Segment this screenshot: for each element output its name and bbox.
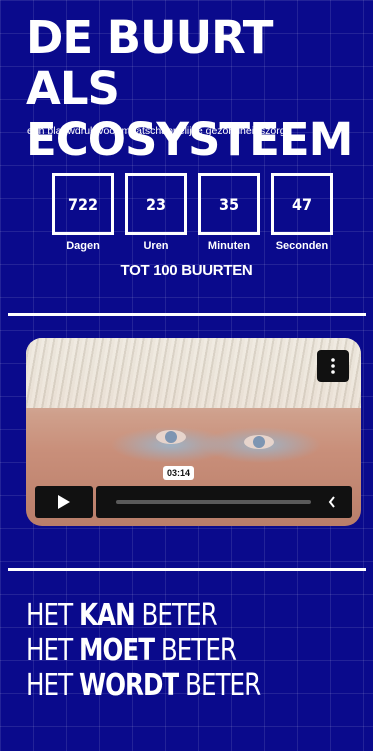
slogan-line-emphasis: WORDT bbox=[78, 668, 179, 703]
play-icon bbox=[58, 495, 70, 509]
countdown-minutes-value: 35 bbox=[198, 173, 260, 235]
page-subtitle: een blauwdruk voor maatschappelijke gezo… bbox=[27, 125, 286, 137]
video-menu-button[interactable] bbox=[317, 350, 349, 382]
section-divider-top bbox=[8, 313, 366, 316]
slogan-line-suffix: BETER bbox=[178, 668, 261, 703]
video-thumbnail-eye-right bbox=[244, 435, 274, 449]
video-progress-track[interactable] bbox=[116, 500, 311, 504]
video-controls: 03:14 bbox=[35, 466, 352, 518]
countdown-hours-value: 23 bbox=[125, 173, 187, 235]
slogan-line-prefix: HET bbox=[26, 598, 79, 633]
countdown-caption: TOT 100 BUURTEN bbox=[120, 262, 253, 279]
countdown-minutes: 35 Minuten bbox=[198, 173, 260, 252]
video-progress-container[interactable]: 03:14 bbox=[96, 466, 352, 518]
video-thumbnail-hair bbox=[26, 338, 361, 408]
countdown-seconds-value: 47 bbox=[271, 173, 333, 235]
slogan-line-kan: HET KAN BETER bbox=[26, 598, 260, 633]
slogan-line-suffix: BETER bbox=[153, 633, 237, 668]
more-vertical-icon bbox=[331, 358, 335, 374]
slogan-line-wordt: HET WORDT BETER bbox=[26, 668, 261, 703]
slogan: HET KAN BETER HET MOET BETER HET WORDT B… bbox=[26, 598, 312, 703]
page: DE BUURT ALS ECOSYSTEEM een blauwdruk vo… bbox=[0, 0, 373, 751]
countdown-minutes-label: Minuten bbox=[207, 240, 251, 252]
video-timestamp: 03:14 bbox=[163, 466, 195, 480]
countdown-seconds-label: Seconden bbox=[275, 240, 329, 252]
slogan-line-prefix: HET bbox=[26, 668, 79, 703]
countdown-timer: 722 Dagen 23 Uren 35 Minuten 47 Seconden bbox=[52, 173, 333, 252]
video-player[interactable]: 03:14 bbox=[26, 338, 361, 526]
countdown-days-value: 722 bbox=[52, 173, 114, 235]
countdown-hours: 23 Uren bbox=[125, 173, 187, 252]
countdown-seconds: 47 Seconden bbox=[271, 173, 333, 252]
page-title: DE BUURT ALS ECOSYSTEEM bbox=[26, 11, 353, 166]
slogan-line-emphasis: MOET bbox=[78, 633, 155, 668]
countdown-days-label: Dagen bbox=[66, 240, 100, 252]
countdown-days: 722 Dagen bbox=[52, 173, 114, 252]
section-divider-bottom bbox=[8, 568, 366, 571]
slogan-line-emphasis: KAN bbox=[78, 598, 136, 633]
play-button[interactable] bbox=[35, 486, 93, 518]
countdown-hours-label: Uren bbox=[143, 240, 169, 252]
slogan-line-prefix: HET bbox=[26, 633, 79, 668]
slogan-line-suffix: BETER bbox=[134, 598, 218, 633]
chevron-left-icon[interactable] bbox=[328, 495, 336, 509]
video-thumbnail-eye-left bbox=[156, 430, 186, 444]
slogan-line-moet: HET MOET BETER bbox=[26, 633, 260, 668]
